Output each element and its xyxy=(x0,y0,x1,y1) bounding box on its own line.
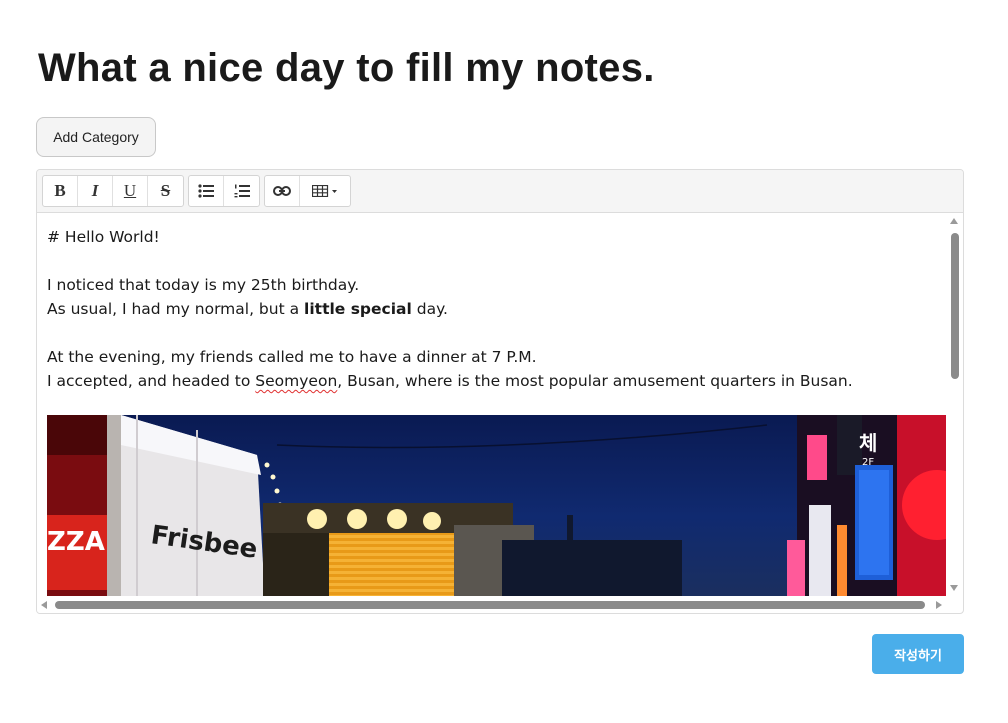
text-segment: , Busan, where is the most popular amuse… xyxy=(337,372,853,390)
night-street-photo: Frisbee 2F 체 ZZA xyxy=(47,415,946,596)
photo-sign: 2F xyxy=(862,457,874,468)
add-category-button[interactable]: Add Category xyxy=(36,117,156,157)
italic-icon: I xyxy=(91,181,99,200)
bullet-list-button[interactable] xyxy=(189,176,224,206)
numbered-list-icon xyxy=(234,184,250,198)
bold-button[interactable]: B xyxy=(43,176,78,206)
link-button[interactable] xyxy=(265,176,300,206)
table-button[interactable] xyxy=(300,176,350,206)
page-title: What a nice day to fill my notes. xyxy=(38,46,655,90)
misspelled-word: Seomyeon xyxy=(255,372,338,390)
horizontal-scroll-thumb[interactable] xyxy=(55,601,925,609)
text-line: I noticed that today is my 25th birthday… xyxy=(47,276,360,294)
scroll-right-icon[interactable] xyxy=(936,601,942,609)
text-line: At the evening, my friends called me to … xyxy=(47,348,537,366)
text-segment: As usual, I had my normal, but a xyxy=(47,300,305,318)
photo-sign: ZZA xyxy=(47,527,105,557)
bold-text: little special xyxy=(304,300,412,318)
editor-content[interactable]: # Hello World! I noticed that today is m… xyxy=(37,213,946,596)
strikethrough-icon: S xyxy=(160,181,171,200)
italic-button[interactable]: I xyxy=(78,176,113,206)
vertical-scrollbar[interactable] xyxy=(946,213,963,596)
table-icon xyxy=(312,185,337,197)
text-line: As usual, I had my normal, but a little … xyxy=(47,297,936,321)
bullet-list-icon xyxy=(198,184,214,198)
text-line: I accepted, and headed to Seomyeon, Busa… xyxy=(47,369,936,393)
link-icon xyxy=(273,186,291,196)
list-group xyxy=(188,175,260,207)
editor-toolbar: B I U S xyxy=(37,170,963,213)
markdown-editor: B I U S # Hello World! I noticed that to… xyxy=(36,169,964,614)
underline-icon: U xyxy=(123,181,137,200)
vertical-scroll-thumb[interactable] xyxy=(951,233,959,379)
underline-button[interactable]: U xyxy=(113,176,148,206)
scroll-down-icon[interactable] xyxy=(950,585,958,591)
numbered-list-button[interactable] xyxy=(224,176,259,206)
scroll-up-icon[interactable] xyxy=(950,218,958,224)
editor-text[interactable]: # Hello World! I noticed that today is m… xyxy=(37,213,946,393)
strikethrough-button[interactable]: S xyxy=(148,176,183,206)
text-format-group: B I U S xyxy=(42,175,184,207)
submit-button[interactable]: 작성하기 xyxy=(872,634,964,674)
heading-line: # Hello World! xyxy=(47,228,160,246)
text-segment: I accepted, and headed to xyxy=(47,372,256,390)
insert-group xyxy=(264,175,351,207)
scroll-left-icon[interactable] xyxy=(41,601,47,609)
horizontal-scrollbar[interactable] xyxy=(37,596,946,613)
image-icon: Frisbee 2F 체 ZZA xyxy=(47,415,946,596)
text-segment: day. xyxy=(411,300,448,318)
photo-sign: 체 xyxy=(859,431,877,455)
bold-icon: B xyxy=(54,181,66,200)
